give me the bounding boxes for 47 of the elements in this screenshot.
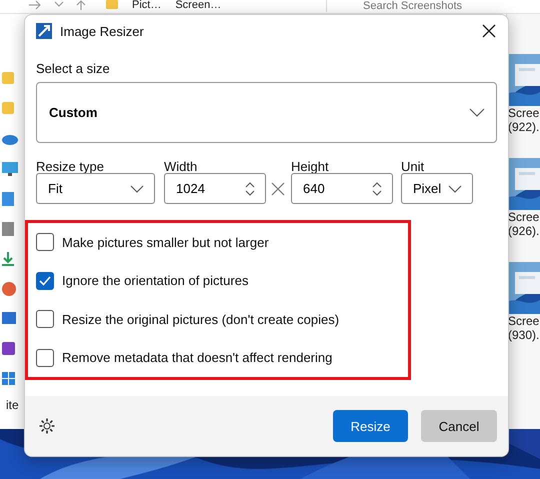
number-field[interactable]: 640 (291, 173, 393, 204)
chevron-icon (130, 184, 144, 192)
cancel-button[interactable]: Cancel (421, 410, 497, 442)
circle-icon[interactable] (2, 282, 18, 296)
field-label: Height (291, 159, 330, 176)
checkbox-label[interactable]: Ignore the orientation of pictures (62, 273, 248, 288)
address-bar[interactable]: Pict… Screen… (98, 0, 327, 12)
breadcrumb[interactable]: Pict… (132, 0, 162, 11)
file-name[interactable]: (922). (507, 120, 540, 134)
settings-icon[interactable] (38, 417, 56, 435)
checkbox[interactable] (36, 272, 54, 290)
field-label: Select a size (36, 61, 111, 78)
file-name[interactable]: (930). (507, 328, 540, 342)
size-dropdown[interactable]: Custom (36, 82, 497, 143)
spinner-icon[interactable] (245, 180, 255, 196)
close-icon[interactable] (482, 24, 496, 38)
checkbox[interactable] (36, 233, 54, 252)
chevron-icon (469, 108, 485, 117)
field-label: Unit (401, 159, 426, 176)
multiply-icon (271, 182, 285, 196)
checkbox-label[interactable]: Make pictures smaller but not larger (62, 234, 269, 250)
checkbox[interactable] (36, 348, 54, 367)
up-icon[interactable] (76, 0, 86, 10)
chevron-icon (448, 184, 462, 192)
file-name[interactable]: Scree (507, 106, 540, 120)
checkbox-label[interactable]: Remove metadata that doesn't affect rendering (62, 350, 332, 366)
field-label: Width (164, 159, 198, 176)
monitor-icon[interactable] (2, 162, 18, 176)
grid-icon[interactable] (2, 372, 18, 386)
window-title: Image Resizer (60, 24, 145, 38)
spinner-icon[interactable] (372, 180, 382, 196)
breadcrumb[interactable]: Screen… (175, 0, 222, 11)
number-field[interactable]: 1024 (164, 173, 266, 204)
field-label: Resize type (36, 159, 105, 176)
check-icon (39, 276, 51, 286)
resize-button[interactable]: Resize (333, 410, 408, 442)
checkbox[interactable] (36, 310, 54, 328)
checkbox-label[interactable]: Resize the original pictures (don't create copies) (62, 312, 340, 327)
app-icon (36, 23, 52, 39)
dropdown[interactable]: Fit (36, 173, 155, 204)
folder-icon (106, 0, 118, 9)
forward-icon[interactable] (28, 0, 42, 10)
file-name[interactable]: Scree (507, 210, 540, 224)
file-name[interactable]: Scree (507, 314, 540, 328)
dropdown[interactable]: Pixel (401, 173, 473, 204)
status-text: ite (6, 398, 19, 412)
file-name[interactable]: (926). (507, 224, 540, 238)
